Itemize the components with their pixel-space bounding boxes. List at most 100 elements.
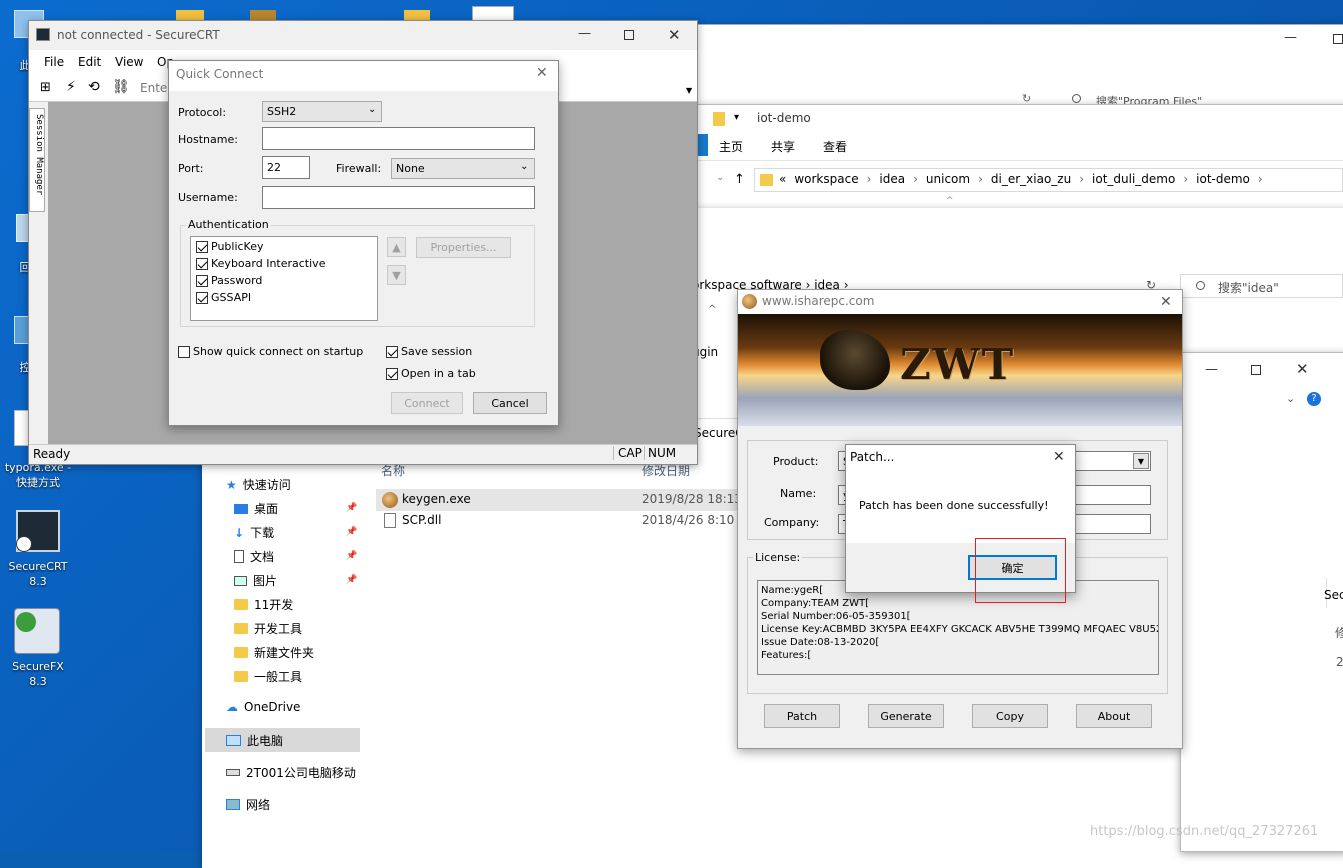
watermark: https://blog.csdn.net/qq_27327261 xyxy=(1090,824,1319,839)
menu-file[interactable]: File xyxy=(44,55,64,69)
username-field[interactable] xyxy=(262,186,535,209)
auth-item-password[interactable]: Password xyxy=(196,274,262,287)
nav-folder[interactable]: 11开发 xyxy=(234,596,293,613)
nav-onedrive[interactable]: ☁ OneDrive xyxy=(226,700,300,714)
close-icon[interactable]: ✕ xyxy=(1053,449,1065,465)
breadcrumb-item[interactable]: iot-demo xyxy=(1196,172,1250,186)
session-manager-label: Session Manager xyxy=(34,114,44,196)
breadcrumb-item[interactable]: unicom xyxy=(926,172,970,186)
quick-connect-icon[interactable]: ⚡ xyxy=(66,79,76,95)
show-on-startup-checkbox[interactable]: Show quick connect on startup xyxy=(178,345,363,358)
protocol-select[interactable]: SSH2 xyxy=(262,101,382,122)
nav-folder[interactable]: 开发工具 xyxy=(234,620,302,637)
toolbar-dropdown-icon[interactable]: ▼ xyxy=(686,86,692,95)
cancel-button[interactable]: Cancel xyxy=(473,392,547,414)
auth-item-gssapi[interactable]: GSSAPI xyxy=(196,291,251,304)
breadcrumb-item[interactable]: iot_duli_demo xyxy=(1092,172,1175,186)
nav-documents[interactable]: 文档 xyxy=(234,548,274,565)
nav-network[interactable]: 网络 xyxy=(226,796,270,813)
menu-edit[interactable]: Edit xyxy=(78,55,101,69)
minimize-button[interactable]: — xyxy=(578,26,591,41)
ribbon-tab-home[interactable]: 主页 xyxy=(719,138,743,155)
search-input[interactable]: 搜索"idea" xyxy=(1218,279,1279,296)
breadcrumb-path[interactable]: « workspace › idea › unicom › di_er_xiao_zu… xyxy=(779,172,1263,186)
pin-icon[interactable]: 📌 xyxy=(346,527,357,537)
folder-icon xyxy=(234,599,248,610)
pin-icon[interactable]: 📌 xyxy=(346,551,357,561)
securecrt-app-icon xyxy=(36,28,50,41)
collapse-arrow-icon[interactable]: ^ xyxy=(946,196,954,206)
collapse-icon[interactable]: ^ xyxy=(708,304,716,315)
checkbox-icon[interactable] xyxy=(196,275,208,287)
minimize-button[interactable]: — xyxy=(1284,30,1297,45)
close-icon[interactable]: ✕ xyxy=(1296,360,1309,378)
pin-icon[interactable]: 📌 xyxy=(346,575,357,585)
maximize-button[interactable] xyxy=(1251,365,1261,375)
search-icon xyxy=(1072,94,1081,103)
desktop-icon-label: SecureCRT 8.3 xyxy=(8,560,68,588)
nav-desktop[interactable]: 桌面 xyxy=(234,500,278,517)
dropdown-arrow-icon[interactable]: ▼ xyxy=(1133,453,1149,469)
close-icon[interactable]: ✕ xyxy=(1160,294,1172,310)
move-up-button[interactable]: ▲ xyxy=(387,237,406,257)
status-cap: CAP xyxy=(613,446,643,460)
maximize-button[interactable] xyxy=(624,30,634,40)
minimize-button[interactable]: — xyxy=(1205,362,1218,377)
patch-button[interactable]: Patch xyxy=(764,704,840,728)
menu-view[interactable]: View xyxy=(115,55,143,69)
checkbox-icon[interactable] xyxy=(196,258,208,270)
copy-button[interactable]: Copy xyxy=(972,704,1048,728)
open-in-tab-checkbox[interactable]: Open in a tab xyxy=(386,367,476,380)
nav-quick-access[interactable]: ★ 快速访问 xyxy=(226,476,291,493)
chevron-down-icon[interactable]: ⌄ xyxy=(1286,392,1295,405)
hostname-field[interactable] xyxy=(262,127,535,150)
properties-button[interactable]: Properties... xyxy=(416,237,511,258)
connect-button[interactable]: Connect xyxy=(391,392,463,414)
auth-item-keyboard[interactable]: Keyboard Interactive xyxy=(196,257,325,270)
star-icon: ★ xyxy=(226,477,237,492)
maximize-button[interactable] xyxy=(1333,34,1343,44)
move-down-button[interactable]: ▼ xyxy=(387,265,406,285)
breadcrumb-item[interactable]: workspace xyxy=(794,172,858,186)
file-date: 2019/8/28 18:13 xyxy=(642,492,742,506)
name-label: Name: xyxy=(780,487,817,500)
generate-button[interactable]: Generate xyxy=(868,704,944,728)
nav-folder[interactable]: 一般工具 xyxy=(234,668,302,685)
save-session-checkbox[interactable]: Save session xyxy=(386,345,472,358)
cloud-icon: ☁ xyxy=(226,700,238,714)
checkbox-icon[interactable] xyxy=(196,292,208,304)
auth-item-publickey[interactable]: PublicKey xyxy=(196,240,264,253)
nav-this-pc[interactable]: 此电脑 xyxy=(226,732,283,749)
help-icon[interactable]: ? xyxy=(1307,392,1321,406)
file-name[interactable]: keygen.exe xyxy=(402,492,471,506)
nav-drive[interactable]: 2T001公司电脑移动 xyxy=(226,764,356,781)
window-title: iot-demo xyxy=(757,111,811,125)
nav-folder[interactable]: 新建文件夹 xyxy=(234,644,314,661)
nav-downloads[interactable]: ↓ 下载 xyxy=(234,524,274,541)
pin-icon[interactable]: 📌 xyxy=(346,503,357,513)
license-textarea[interactable]: Name:ygeR[ Company:TEAM ZWT[ Serial Numb… xyxy=(757,580,1159,675)
reconnect-icon[interactable]: ⟲ xyxy=(88,79,100,95)
firewall-select[interactable]: None xyxy=(391,158,535,179)
checkbox-icon[interactable] xyxy=(196,241,208,253)
checkbox-icon[interactable] xyxy=(178,346,190,358)
file-name[interactable]: SCP.dll xyxy=(402,513,441,527)
ribbon-tab-share[interactable]: 共享 xyxy=(771,138,795,155)
checkbox-icon[interactable] xyxy=(386,368,398,380)
partial-text: 2 xyxy=(1336,655,1343,669)
quick-access-dropdown-icon[interactable]: ▾ xyxy=(734,112,739,123)
checkbox-icon[interactable] xyxy=(386,346,398,358)
ribbon-tab-view[interactable]: 查看 xyxy=(823,138,847,155)
breadcrumb-item[interactable]: di_er_xiao_zu xyxy=(991,172,1071,186)
connect-tree-icon[interactable]: ⊞ xyxy=(40,80,51,95)
link-icon[interactable]: ⛓ xyxy=(112,79,130,95)
close-icon[interactable]: ✕ xyxy=(668,26,681,44)
nav-down-icon[interactable]: ⌄ xyxy=(716,172,724,183)
port-field[interactable]: 22 xyxy=(262,156,310,179)
nav-pictures[interactable]: 图片 xyxy=(234,572,277,589)
close-icon[interactable]: ✕ xyxy=(536,65,548,81)
breadcrumb-item[interactable]: idea xyxy=(879,172,905,186)
breadcrumb-item[interactable]: « xyxy=(779,172,786,186)
up-arrow-icon[interactable]: ↑ xyxy=(734,172,745,187)
about-button[interactable]: About xyxy=(1076,704,1152,728)
